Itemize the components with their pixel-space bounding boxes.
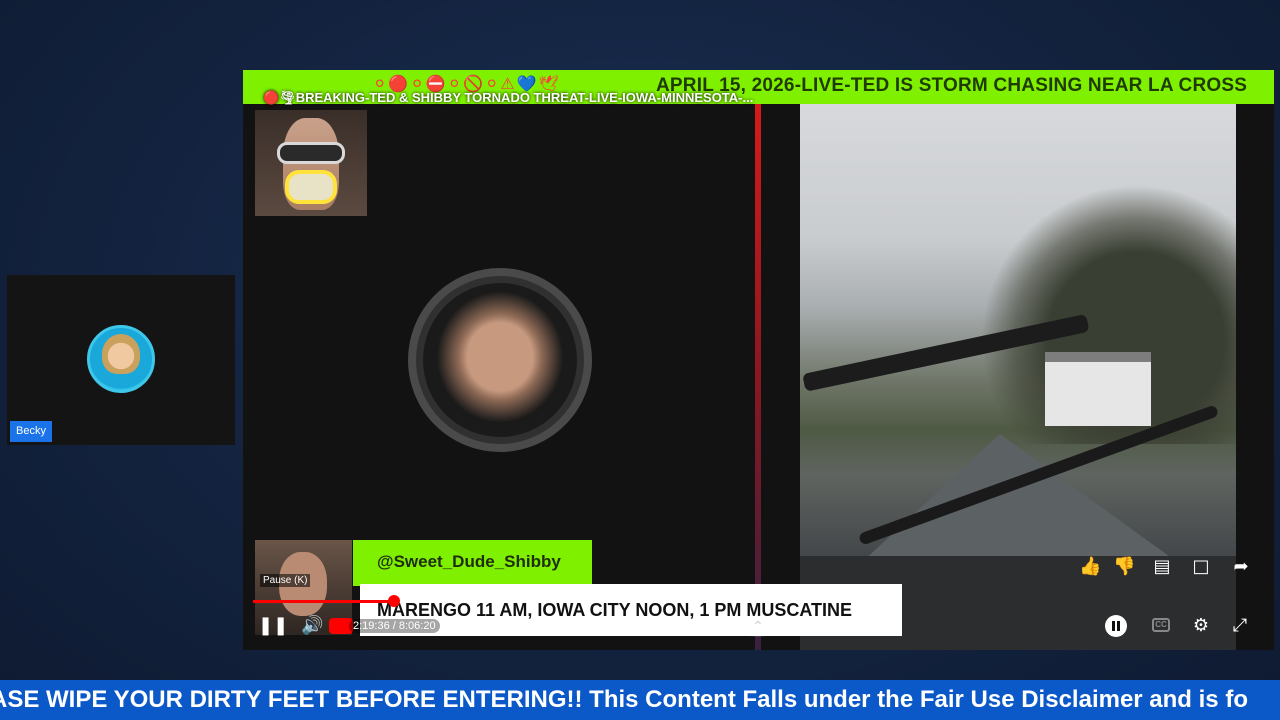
share-icon[interactable]: ➦	[1230, 556, 1252, 578]
gasmask-camera-feed	[255, 110, 367, 216]
house	[1045, 352, 1151, 426]
profile-avatar	[423, 283, 577, 437]
progress-scrubber[interactable]	[388, 595, 400, 607]
storm-chase-video[interactable]	[800, 104, 1236, 556]
lower-third-text: MARENGO 11 AM, IOWA CITY NOON, 1 PM MUSC…	[377, 600, 853, 620]
respirator	[285, 170, 337, 204]
goggles	[277, 142, 345, 164]
participant-tile[interactable]: Becky	[7, 275, 235, 445]
volume-icon[interactable]: 🔊	[301, 615, 323, 637]
thumbs-down-icon[interactable]: 👎	[1113, 556, 1135, 578]
time-display: 2:19:36 / 8:06:20	[349, 619, 440, 633]
chevron-up-icon[interactable]: ⌃	[743, 615, 773, 637]
progress-bar-fill	[253, 600, 394, 603]
main-stage: ⚪🔴⚪⛔⚪🚫⚪⚠💙🕊 APRIL 15, 2026-LIVE-TED IS ST…	[243, 70, 1274, 650]
participant-avatar	[87, 325, 155, 393]
chat-icon[interactable]: □	[1190, 556, 1212, 578]
channel-handle: @Sweet_Dude_Shibby	[377, 552, 561, 571]
ticker-text: ASE WIPE YOUR DIRTY FEET BEFORE ENTERING…	[0, 686, 1248, 713]
comment-icon[interactable]: ▤	[1151, 556, 1173, 578]
gear-icon[interactable]: ⚙	[1190, 615, 1212, 637]
video-title[interactable]: 🔴🌪BREAKING-TED & SHIBBY TORNADO THREAT-L…	[263, 90, 753, 106]
video-divider	[755, 104, 761, 650]
participant-name-badge: Becky	[10, 421, 52, 442]
news-ticker: ASE WIPE YOUR DIRTY FEET BEFORE ENTERING…	[0, 680, 1280, 720]
pause-tooltip: Pause (K)	[260, 574, 311, 587]
exit-fullscreen-icon[interactable]: ⤢	[1229, 615, 1251, 637]
autoplay-pause-icon[interactable]	[1105, 615, 1127, 637]
closed-captions-icon[interactable]: CC	[1152, 618, 1170, 632]
road	[860, 434, 1180, 556]
thumbs-up-icon[interactable]: 👍	[1079, 556, 1101, 578]
pause-icon[interactable]: ❚❚	[258, 615, 288, 637]
